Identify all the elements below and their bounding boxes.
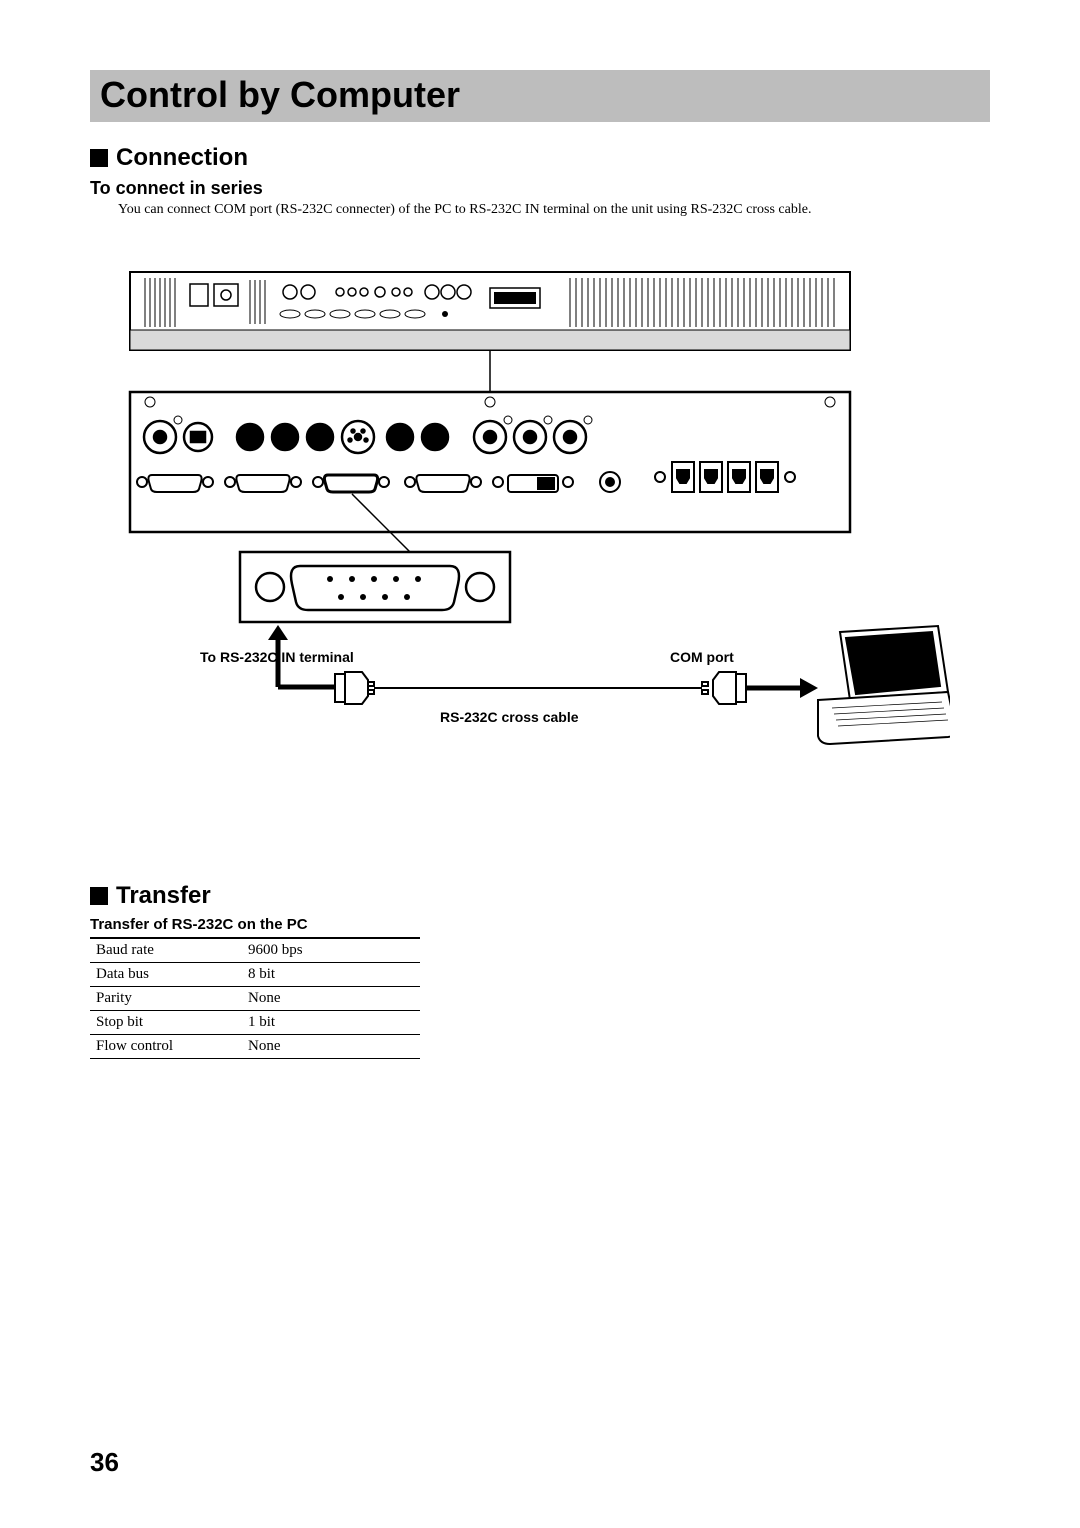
label-com-port: COM port (670, 649, 734, 665)
transfer-settings-table: Baud rate 9600 bps Data bus 8 bit Parity… (90, 939, 420, 1059)
param-cell: Stop bit (90, 1010, 242, 1034)
cable-diagram-icon (268, 625, 950, 744)
table-row: Parity None (90, 986, 420, 1010)
param-cell: Parity (90, 986, 242, 1010)
value-cell: None (242, 986, 420, 1010)
label-in-terminal: To RS-232C IN terminal (200, 649, 354, 665)
connect-series-body: You can connect COM port (RS-232C connec… (118, 201, 990, 220)
connection-diagram: To RS-232C IN terminal COM port RS-232C … (90, 232, 990, 862)
rs232c-port-closeup-icon (240, 552, 510, 622)
param-cell: Flow control (90, 1034, 242, 1058)
sub-connect-series-heading: To connect in series (90, 178, 990, 199)
table-row: Flow control None (90, 1034, 420, 1058)
value-cell: 8 bit (242, 962, 420, 986)
bullet-square-icon (90, 149, 108, 167)
value-cell: 1 bit (242, 1010, 420, 1034)
value-cell: None (242, 1034, 420, 1058)
section-transfer-label: Transfer (116, 882, 211, 910)
bullet-square-icon (90, 887, 108, 905)
section-transfer-heading: Transfer (90, 882, 990, 910)
table-row: Baud rate 9600 bps (90, 939, 420, 963)
param-cell: Baud rate (90, 939, 242, 963)
value-cell: 9600 bps (242, 939, 420, 963)
unit-rear-panel-icon (130, 392, 850, 532)
param-cell: Data bus (90, 962, 242, 986)
page-number: 36 (90, 1447, 119, 1478)
chapter-title-bar: Control by Computer (90, 70, 990, 122)
transfer-table-title: Transfer of RS-232C on the PC (90, 916, 420, 939)
table-row: Data bus 8 bit (90, 962, 420, 986)
table-row: Stop bit 1 bit (90, 1010, 420, 1034)
section-connection-heading: Connection (90, 144, 990, 172)
section-connection-label: Connection (116, 144, 248, 172)
chapter-title: Control by Computer (100, 74, 980, 116)
label-cable: RS-232C cross cable (440, 709, 579, 725)
unit-top-view-icon (130, 272, 850, 350)
